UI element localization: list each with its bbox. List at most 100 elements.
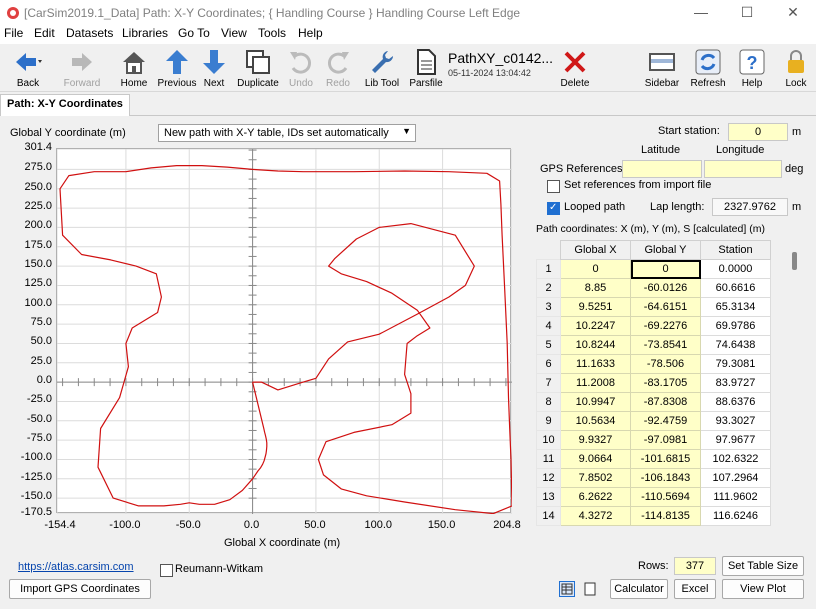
cell-global-y[interactable]: -64.6151 <box>630 297 701 317</box>
table-row[interactable]: 2 8.85 -60.0126 60.6616 <box>536 278 771 298</box>
rows-input[interactable]: 377 <box>674 557 716 575</box>
table-row[interactable]: 13 6.2622 -110.5694 111.9602 <box>536 487 771 507</box>
plot-view-icon[interactable] <box>582 581 598 597</box>
cell-global-x[interactable]: 10.5634 <box>560 411 631 431</box>
column-header-global-y[interactable]: Global Y <box>630 240 701 260</box>
lib-tool-button[interactable]: Lib Tool <box>362 46 402 90</box>
help-button[interactable]: ? Help <box>736 46 768 90</box>
cell-station[interactable]: 97.9677 <box>700 430 771 450</box>
back-button[interactable]: Back <box>4 46 52 90</box>
cell-station[interactable]: 69.9786 <box>700 316 771 336</box>
menu-help[interactable]: Help <box>298 26 323 40</box>
cell-global-x[interactable]: 11.2008 <box>560 373 631 393</box>
looped-path-checkbox[interactable] <box>547 202 560 215</box>
cell-station[interactable]: 79.3081 <box>700 354 771 374</box>
cell-global-x[interactable]: 9.5251 <box>560 297 631 317</box>
cell-station[interactable]: 107.2964 <box>700 468 771 488</box>
sidebar-button[interactable]: Sidebar <box>642 46 682 90</box>
view-plot-button[interactable]: View Plot <box>722 579 804 599</box>
cell-station[interactable]: 93.3027 <box>700 411 771 431</box>
menu-tools[interactable]: Tools <box>258 26 286 40</box>
lock-button[interactable]: Lock <box>780 46 812 90</box>
cell-global-x[interactable]: 11.1633 <box>560 354 631 374</box>
cell-global-y[interactable]: -101.6815 <box>630 449 701 469</box>
cell-global-x[interactable]: 8.85 <box>560 278 631 298</box>
set-table-size-button[interactable]: Set Table Size <box>722 556 804 576</box>
cell-station[interactable]: 102.6322 <box>700 449 771 469</box>
table-row[interactable]: 11 9.0664 -101.6815 102.6322 <box>536 449 771 469</box>
delete-button[interactable]: Delete <box>556 46 594 90</box>
duplicate-button[interactable]: Duplicate <box>234 46 282 90</box>
menu-file[interactable]: File <box>4 26 23 40</box>
dataset-name[interactable]: PathXY_c0142... <box>448 50 553 66</box>
redo-button[interactable]: Redo <box>322 46 354 90</box>
menu-view[interactable]: View <box>221 26 247 40</box>
latitude-input[interactable] <box>622 160 702 178</box>
cell-station[interactable]: 111.9602 <box>700 487 771 507</box>
parsfile-button[interactable]: Parsfile <box>408 46 444 90</box>
cell-global-x[interactable]: 6.2622 <box>560 487 631 507</box>
reumann-witkam-checkbox[interactable] <box>160 564 173 577</box>
table-row[interactable]: 3 9.5251 -64.6151 65.3134 <box>536 297 771 317</box>
cell-global-y[interactable]: -106.1843 <box>630 468 701 488</box>
tab-path-xy[interactable]: Path: X-Y Coordinates <box>0 94 130 116</box>
cell-global-x[interactable]: 9.0664 <box>560 449 631 469</box>
cell-station[interactable]: 88.6376 <box>700 392 771 412</box>
cell-station[interactable]: 74.6438 <box>700 335 771 355</box>
cell-global-y[interactable]: 0 <box>630 259 701 279</box>
start-station-input[interactable]: 0 <box>728 123 788 141</box>
atlas-link[interactable]: https://atlas.carsim.com <box>18 561 134 573</box>
cell-station[interactable]: 116.6246 <box>700 506 771 526</box>
cell-global-y[interactable]: -73.8541 <box>630 335 701 355</box>
undo-button[interactable]: Undo <box>284 46 318 90</box>
cell-global-x[interactable]: 4.3272 <box>560 506 631 526</box>
table-view-icon[interactable] <box>559 581 575 597</box>
table-row[interactable]: 10 9.9327 -97.0981 97.9677 <box>536 430 771 450</box>
cell-station[interactable]: 83.9727 <box>700 373 771 393</box>
menu-edit[interactable]: Edit <box>34 26 55 40</box>
scrollbar-thumb[interactable] <box>792 252 797 270</box>
cell-global-x[interactable]: 10.9947 <box>560 392 631 412</box>
cell-station[interactable]: 0.0000 <box>700 259 771 279</box>
cell-global-x[interactable]: 7.8502 <box>560 468 631 488</box>
table-row[interactable]: 6 11.1633 -78.506 79.3081 <box>536 354 771 374</box>
table-row[interactable]: 7 11.2008 -83.1705 83.9727 <box>536 373 771 393</box>
cell-global-y[interactable]: -110.5694 <box>630 487 701 507</box>
import-gps-button[interactable]: Import GPS Coordinates <box>9 579 151 599</box>
path-plot[interactable] <box>56 148 512 514</box>
cell-station[interactable]: 65.3134 <box>700 297 771 317</box>
cell-global-y[interactable]: -92.4759 <box>630 411 701 431</box>
cell-global-x[interactable]: 0 <box>560 259 631 279</box>
previous-button[interactable]: Previous <box>156 46 198 90</box>
next-button[interactable]: Next <box>198 46 230 90</box>
cell-global-y[interactable]: -78.506 <box>630 354 701 374</box>
menu-goto[interactable]: Go To <box>178 26 210 40</box>
table-scrollbar[interactable] <box>788 242 802 540</box>
table-row[interactable]: 9 10.5634 -92.4759 93.3027 <box>536 411 771 431</box>
table-row[interactable]: 1 0 0 0.0000 <box>536 259 771 279</box>
column-header-global-x[interactable]: Global X <box>560 240 631 260</box>
cell-global-x[interactable]: 9.9327 <box>560 430 631 450</box>
refresh-button[interactable]: Refresh <box>688 46 728 90</box>
cell-global-x[interactable]: 10.8244 <box>560 335 631 355</box>
close-button[interactable]: ✕ <box>770 0 816 26</box>
table-row[interactable]: 8 10.9947 -87.8308 88.6376 <box>536 392 771 412</box>
menu-datasets[interactable]: Datasets <box>66 26 113 40</box>
forward-button[interactable]: Forward <box>56 46 108 90</box>
cell-global-y[interactable]: -114.8135 <box>630 506 701 526</box>
longitude-input[interactable] <box>704 160 782 178</box>
table-row[interactable]: 12 7.8502 -106.1843 107.2964 <box>536 468 771 488</box>
cell-global-y[interactable]: -60.0126 <box>630 278 701 298</box>
cell-global-y[interactable]: -87.8308 <box>630 392 701 412</box>
column-header-station[interactable]: Station <box>700 240 771 260</box>
cell-global-y[interactable]: -83.1705 <box>630 373 701 393</box>
minimize-button[interactable]: — <box>678 0 724 26</box>
set-references-checkbox[interactable] <box>547 180 560 193</box>
maximize-button[interactable]: ☐ <box>724 0 770 26</box>
calculator-button[interactable]: Calculator <box>610 579 668 599</box>
table-row[interactable]: 4 10.2247 -69.2276 69.9786 <box>536 316 771 336</box>
cell-station[interactable]: 60.6616 <box>700 278 771 298</box>
table-row[interactable]: 5 10.8244 -73.8541 74.6438 <box>536 335 771 355</box>
menu-libraries[interactable]: Libraries <box>122 26 168 40</box>
table-row[interactable]: 14 4.3272 -114.8135 116.6246 <box>536 506 771 526</box>
